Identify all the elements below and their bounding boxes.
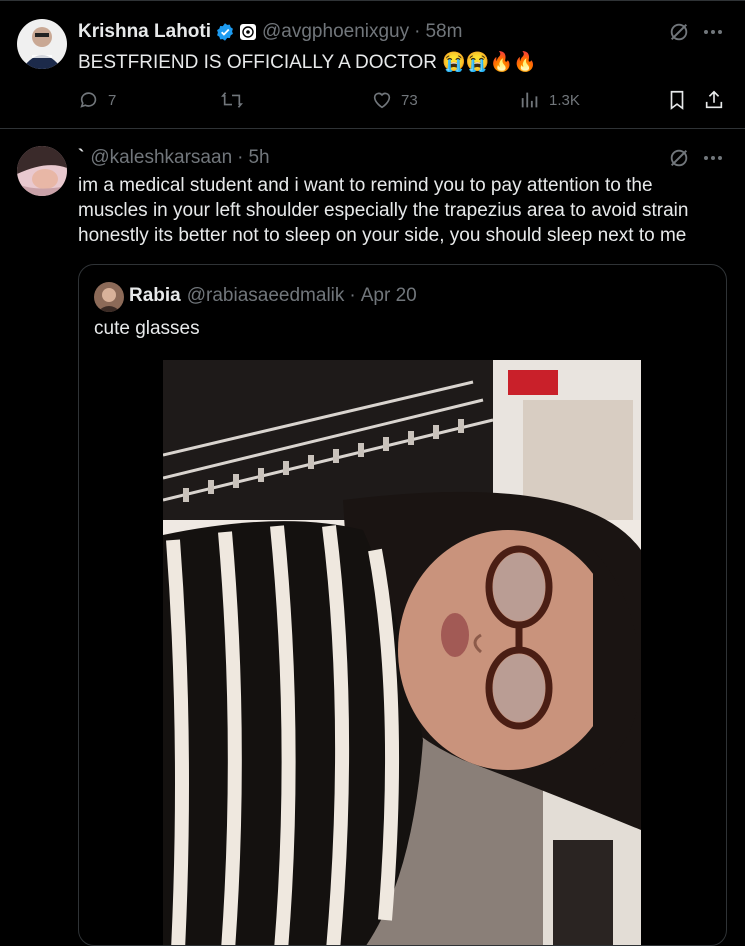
tweet-text: BESTFRIEND IS OFFICIALLY A DOCTOR 😭😭🔥🔥 xyxy=(78,52,537,73)
quoted-tweet-text: cute glasses xyxy=(94,318,200,339)
grok-icon[interactable] xyxy=(668,147,690,169)
heart-icon xyxy=(373,92,391,109)
retweet-button[interactable] xyxy=(221,89,243,111)
separator-dot: · xyxy=(237,147,244,168)
tweet-krishna[interactable]: Krishna Lahoti @avgphoenixguy · 58m BEST… xyxy=(0,0,745,128)
action-bar: 7 73 1.3K xyxy=(78,89,728,115)
views-button[interactable]: 1.3K xyxy=(519,89,580,111)
affiliation-badge-icon[interactable] xyxy=(240,24,257,40)
more-icon[interactable] xyxy=(701,146,725,170)
timestamp[interactable]: Apr 20 xyxy=(361,285,417,307)
handle[interactable]: @rabiasaeedmalik xyxy=(187,285,345,307)
separator-dot: · xyxy=(414,21,421,42)
display-name[interactable]: Krishna Lahoti xyxy=(78,21,211,43)
verified-badge-icon xyxy=(215,22,235,42)
share-icon xyxy=(705,90,723,109)
handle[interactable]: @avgphoenixguy xyxy=(262,21,409,43)
like-button[interactable]: 73 xyxy=(371,89,418,111)
handle[interactable]: @kaleshkarsaan xyxy=(90,147,232,169)
display-name[interactable]: Rabia xyxy=(129,285,181,307)
quoted-tweet[interactable]: Rabia @rabiasaeedmalik · Apr 20 cute gla… xyxy=(78,264,727,946)
views-count: 1.3K xyxy=(549,91,580,109)
tweet-kaleshkarsaan[interactable]: ` @kaleshkarsaan · 5h im a medical stude… xyxy=(0,129,745,946)
avatar[interactable] xyxy=(17,146,67,196)
retweet-icon xyxy=(221,92,243,108)
bookmark-button[interactable] xyxy=(666,89,688,111)
grok-icon[interactable] xyxy=(668,21,690,43)
views-icon xyxy=(521,92,538,108)
avatar[interactable] xyxy=(94,282,124,312)
tweet-text: im a medical student and i want to remin… xyxy=(78,175,689,246)
timestamp[interactable]: 58m xyxy=(425,21,462,43)
more-icon[interactable] xyxy=(701,20,725,44)
share-button[interactable] xyxy=(703,89,725,111)
bookmark-icon xyxy=(670,90,684,110)
reply-button[interactable]: 7 xyxy=(78,89,116,111)
reply-count: 7 xyxy=(108,91,117,109)
like-count: 73 xyxy=(401,91,418,109)
avatar[interactable] xyxy=(17,19,67,69)
reply-icon xyxy=(80,92,97,108)
media-photo[interactable] xyxy=(163,360,641,945)
separator-dot: · xyxy=(349,285,356,306)
display-name[interactable]: ` xyxy=(78,147,84,169)
timestamp[interactable]: 5h xyxy=(248,147,269,169)
